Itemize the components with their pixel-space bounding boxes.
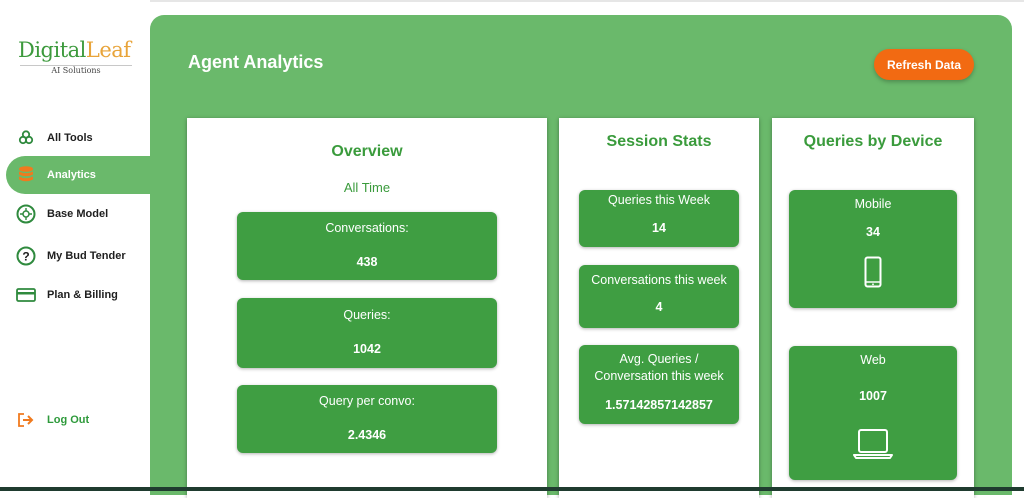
page-title: Agent Analytics <box>188 52 324 72</box>
stat-queries-week: Queries this Week 14 <box>579 190 739 247</box>
stat-conversations-week: Conversations this week 4 <box>579 265 739 328</box>
mobile-icon <box>789 256 957 288</box>
stat-conversations: Conversations: 438 <box>237 212 497 280</box>
main-panel: Agent Analytics Refresh Data Overview Al… <box>150 15 1012 498</box>
sidebar-item-label: Plan & Billing <box>47 289 118 301</box>
logout-button[interactable]: Log Out <box>0 402 150 438</box>
stat-label: Queries: <box>343 308 391 322</box>
sidebar-item-label: Base Model <box>47 208 109 220</box>
device-card: Queries by Device Mobile 34 Web 1007 <box>772 118 974 498</box>
stat-label: Avg. Queries / Conversation this week <box>594 352 724 383</box>
sidebar-item-my-bud-tender[interactable]: ? My Bud Tender <box>0 238 150 274</box>
tools-icon <box>16 128 36 148</box>
sidebar-item-analytics[interactable]: Analytics <box>6 156 152 194</box>
device-title: Queries by Device <box>803 133 943 150</box>
device-web: Web 1007 <box>789 346 957 480</box>
stat-query-per-convo: Query per convo: 2.4346 <box>237 385 497 453</box>
svg-text:?: ? <box>22 250 29 264</box>
laptop-icon <box>789 428 957 460</box>
device-mobile: Mobile 34 <box>789 190 957 308</box>
logout-icon <box>16 410 36 430</box>
stat-label: Queries this Week <box>608 193 710 207</box>
refresh-data-button[interactable]: Refresh Data <box>874 49 974 80</box>
overview-period: All Time <box>343 180 391 195</box>
stat-label: Conversations: <box>325 221 409 235</box>
sidebar-item-label: My Bud Tender <box>47 250 126 262</box>
question-icon: ? <box>16 246 36 266</box>
stat-avg-queries-week: Avg. Queries / Conversation this week 1.… <box>579 345 739 424</box>
sidebar-item-label: All Tools <box>47 132 93 144</box>
device-label: Web <box>860 353 886 367</box>
sidebar-item-base-model[interactable]: Base Model <box>0 196 150 232</box>
overview-card: Overview All Time Conversations: 438 Que… <box>187 118 547 498</box>
device-value: 34 <box>866 225 880 239</box>
sidebar-item-label: Analytics <box>47 169 96 181</box>
stat-queries: Queries: 1042 <box>237 298 497 368</box>
stat-value: 2.4346 <box>347 428 387 442</box>
sidebar-item-plan-billing[interactable]: Plan & Billing <box>0 277 150 313</box>
brand-logo[interactable]: DigitalLeaf AI Solutions <box>18 38 134 78</box>
stat-value: 1.57142857142857 <box>605 398 713 412</box>
device-value: 1007 <box>859 389 887 403</box>
stat-value: 1042 <box>353 342 381 356</box>
stat-value: 14 <box>652 221 666 235</box>
stat-label: Conversations this week <box>591 273 727 287</box>
brand-tagline: AI Solutions <box>51 66 101 75</box>
stat-value: 438 <box>356 255 378 269</box>
database-icon <box>16 165 36 185</box>
top-border <box>0 0 1024 2</box>
sidebar: DigitalLeaf AI Solutions All Tools Analy… <box>0 0 152 487</box>
session-title: Session Stats <box>606 133 712 150</box>
sidebar-item-all-tools[interactable]: All Tools <box>0 120 150 156</box>
logout-label: Log Out <box>47 414 90 426</box>
stat-label: Query per convo: <box>319 394 415 408</box>
device-label: Mobile <box>854 197 892 211</box>
bottom-border <box>0 487 1024 491</box>
brand-name: DigitalLeaf <box>18 38 131 62</box>
stat-value: 4 <box>655 300 663 314</box>
model-icon <box>16 204 36 224</box>
overview-title: Overview <box>331 143 403 160</box>
session-stats-card: Session Stats Queries this Week 14 Conve… <box>559 118 759 498</box>
credit-card-icon <box>16 285 36 305</box>
